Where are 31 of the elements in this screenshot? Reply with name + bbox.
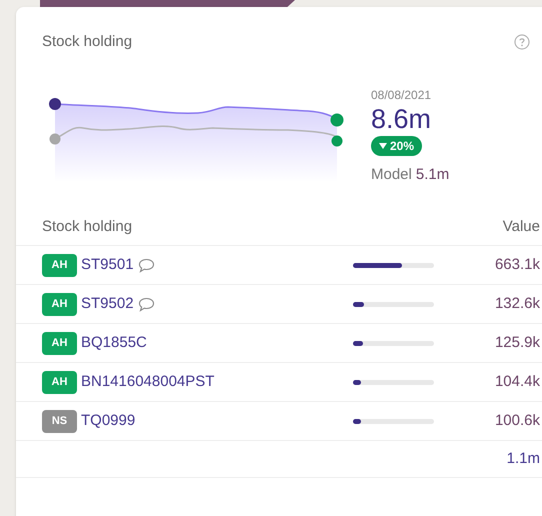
speech-bubble-icon[interactable] (138, 296, 155, 312)
status-badge: AH (42, 370, 77, 394)
total-cell-text: 1.1m (506, 448, 541, 469)
value-cell-text: 132.6k (494, 294, 541, 314)
value-cell-text: 100.6k (494, 410, 541, 431)
stock-code-link[interactable]: ST9502 (81, 292, 134, 316)
value-cell-text: 104.4k (494, 372, 541, 392)
status-badge: NS (42, 410, 77, 432)
date-label: 08/08/2021 (371, 86, 432, 104)
status-badge: AH (42, 254, 77, 276)
stock-code-link[interactable]: BN1416048004PST (81, 370, 214, 394)
end-point (332, 135, 342, 146)
speech-bubble-icon[interactable] (138, 258, 155, 272)
start-point (50, 133, 60, 144)
change-badge: 20% (371, 136, 422, 156)
end-point (330, 113, 344, 126)
status-badge: AH (42, 292, 77, 316)
status-badge: AH (42, 332, 77, 354)
stock-code-link[interactable]: TQ0999 (81, 410, 136, 432)
stock-code-link[interactable]: ST9501 (81, 254, 134, 276)
model-value: 5.1m (416, 164, 450, 184)
help-icon[interactable] (514, 34, 530, 50)
model-label: Model (371, 164, 412, 184)
value-cell-text: 663.1k (494, 254, 541, 275)
card-title: Stock holding (42, 32, 132, 52)
total-value: 8.6m (371, 104, 432, 134)
column-header: Stock holding (42, 217, 132, 238)
stock-code-link[interactable]: BQ1855C (81, 332, 147, 354)
start-point (49, 98, 61, 110)
column-header: Value (502, 217, 541, 238)
value-cell-text: 125.9k (494, 332, 541, 353)
